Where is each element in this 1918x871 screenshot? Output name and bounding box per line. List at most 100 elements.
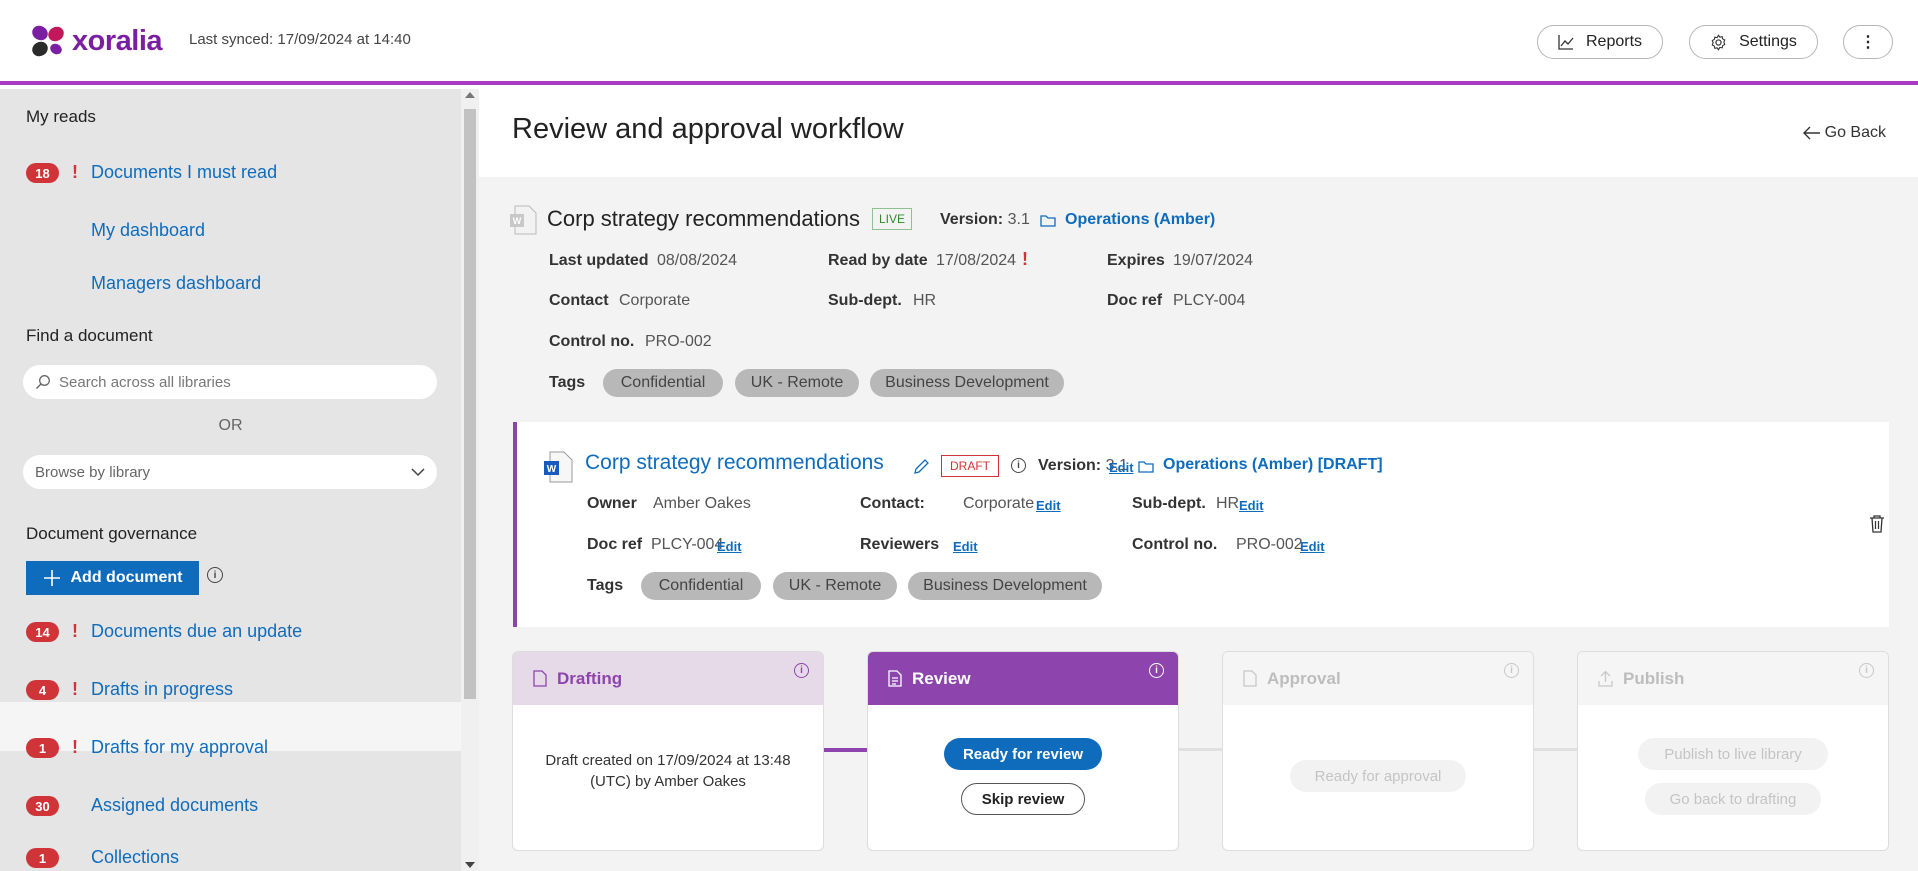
sidebar-item-drafts-in-progress[interactable]: Drafts in progress (91, 679, 233, 700)
review-stage-header: Review i (868, 652, 1178, 705)
drafting-stage-card: Drafting i Draft created on 17/09/2024 a… (512, 651, 824, 851)
skip-review-button[interactable]: Skip review (961, 783, 1085, 815)
subdept-label: Sub-dept. (1132, 495, 1206, 512)
browse-label: Browse by library (35, 463, 151, 481)
svg-text:W: W (513, 216, 522, 226)
info-icon[interactable]: i (1149, 663, 1164, 678)
expires-value: 19/07/2024 (1173, 252, 1254, 269)
owner-value: Amber Oakes (653, 495, 751, 512)
publish-to-live-button[interactable]: Publish to live library (1638, 738, 1828, 770)
assigned-documents-count: 30 (26, 796, 59, 816)
go-back-link[interactable]: Go Back (1802, 124, 1886, 142)
contact-label: Contact: (860, 495, 925, 512)
control-label: Control no. (1132, 536, 1218, 553)
trash-icon[interactable] (1869, 514, 1885, 533)
ready-for-approval-button[interactable]: Ready for approval (1290, 760, 1466, 792)
reports-button[interactable]: Reports (1537, 25, 1663, 59)
edit-subdept-link[interactable]: Edit (1239, 498, 1264, 513)
browse-library-select[interactable]: Browse by library (23, 455, 437, 489)
sidebar-item-collections[interactable]: Collections (91, 847, 179, 868)
search-placeholder: Search across all libraries (59, 373, 231, 391)
review-stage-card: Review i Ready for review Skip review (867, 651, 1179, 851)
ready-for-review-button[interactable]: Ready for review (944, 738, 1102, 770)
drafting-stage-header: Drafting i (513, 652, 823, 705)
draft-document-title[interactable]: Corp strategy recommendations (585, 451, 884, 475)
more-options-button[interactable]: ⋮ (1843, 25, 1893, 59)
info-icon[interactable]: i (207, 567, 223, 583)
add-document-button[interactable]: Add document (26, 561, 199, 595)
sidebar-item-documents-due-update[interactable]: Documents due an update (91, 621, 302, 642)
chevron-down-icon (411, 468, 425, 477)
scroll-up-icon[interactable] (465, 92, 475, 98)
sidebar-item-documents-must-read[interactable]: Documents I must read (91, 162, 277, 183)
tag-chip: UK - Remote (773, 572, 897, 600)
find-document-heading: Find a document (26, 326, 153, 345)
folder-icon (1138, 461, 1154, 473)
document-icon (1243, 670, 1257, 687)
pencil-icon[interactable] (913, 458, 930, 475)
workflow-connector (1534, 748, 1580, 751)
svg-text:W: W (547, 464, 557, 475)
info-icon[interactable]: i (794, 663, 809, 678)
docref-label: Doc ref (1107, 292, 1163, 309)
tags-label: Tags (549, 374, 586, 391)
info-icon[interactable]: i (1011, 458, 1026, 473)
edit-contact-link[interactable]: Edit (1036, 498, 1061, 513)
version-value: 3.1 (1007, 211, 1030, 228)
tag-chip: Confidential (603, 369, 723, 397)
scroll-down-icon[interactable] (465, 862, 475, 868)
edit-docref-link[interactable]: Edit (717, 539, 742, 554)
settings-button[interactable]: Settings (1689, 25, 1818, 59)
publish-stage-card: Publish i Publish to live library Go bac… (1577, 651, 1889, 851)
read-by-value: 17/08/2024 (936, 252, 1017, 269)
word-document-icon: W (510, 205, 537, 235)
sidebar-item-my-dashboard[interactable]: My dashboard (91, 220, 205, 241)
contact-value: Corporate (963, 495, 1035, 512)
chart-icon (1558, 35, 1574, 50)
sidebar-item-assigned-documents[interactable]: Assigned documents (91, 795, 258, 816)
word-document-icon: W (544, 451, 573, 483)
sidebar-item-drafts-for-approval[interactable]: Drafts for my approval (91, 737, 268, 758)
edit-version-link[interactable]: Edit (1109, 460, 1134, 475)
draft-document-card: W Corp strategy recommendations DRAFT i … (513, 422, 1889, 627)
plus-icon (43, 570, 60, 586)
info-icon[interactable]: i (1859, 663, 1874, 678)
version-label: Version: (1038, 457, 1102, 474)
live-status-badge: LIVE (872, 208, 913, 230)
expires-label: Expires (1107, 252, 1165, 269)
contact-label: Contact (549, 292, 609, 309)
search-icon (36, 375, 50, 389)
sidebar-scrollbar[interactable] (461, 89, 479, 871)
go-back-to-drafting-button[interactable]: Go back to drafting (1645, 783, 1821, 815)
draft-library-link[interactable]: Operations (Amber) [DRAFT] (1163, 456, 1383, 474)
sidebar-item-managers-dashboard[interactable]: Managers dashboard (91, 273, 261, 294)
workflow-connector-done (823, 748, 869, 752)
edit-reviewers-link[interactable]: Edit (953, 539, 978, 554)
document-icon (533, 670, 547, 687)
xoralia-logo[interactable]: xoralia (28, 22, 163, 60)
tag-chip: Confidential (641, 572, 761, 600)
sidebar: My reads 18 ! Documents I must read My d… (0, 89, 461, 871)
control-value: PRO-002 (1236, 536, 1303, 553)
brand-name: xoralia (72, 24, 163, 57)
info-icon[interactable]: i (1504, 663, 1519, 678)
docref-label: Doc ref (587, 536, 643, 553)
alert-icon: ! (72, 679, 78, 699)
drafts-for-approval-count: 1 (26, 738, 59, 758)
folder-icon (1040, 215, 1056, 227)
gear-icon (1711, 33, 1726, 51)
review-list-icon (888, 670, 902, 687)
documents-due-update-count: 14 (26, 622, 59, 642)
alert-icon: ! (72, 621, 78, 641)
edit-control-link[interactable]: Edit (1300, 539, 1325, 554)
search-input[interactable]: Search across all libraries (23, 365, 437, 399)
live-library-link[interactable]: Operations (Amber) (1065, 211, 1215, 229)
page-title: Review and approval workflow (512, 113, 904, 145)
more-icon: ⋮ (1860, 34, 1876, 51)
control-value: PRO-002 (645, 333, 712, 350)
document-governance-heading: Document governance (26, 524, 198, 543)
upload-icon (1598, 670, 1613, 687)
publish-title: Publish (1623, 668, 1685, 688)
top-bar: xoralia Last synced: 17/09/2024 at 14:40… (0, 0, 1918, 85)
scroll-thumb[interactable] (464, 109, 476, 699)
